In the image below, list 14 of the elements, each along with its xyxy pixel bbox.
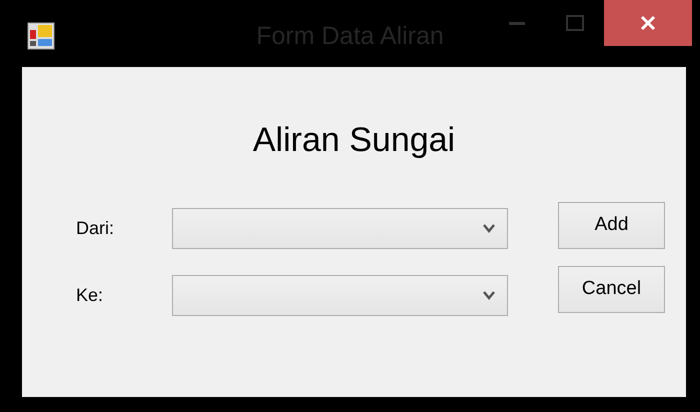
maximize-icon: [566, 15, 584, 31]
add-button[interactable]: Add: [558, 202, 665, 249]
minimize-icon: [509, 21, 525, 25]
close-button[interactable]: [604, 0, 692, 46]
field-label: Ke:: [76, 284, 104, 307]
field-label: Dari:: [76, 217, 114, 240]
app-icon: [27, 22, 55, 50]
cancel-button[interactable]: Cancel: [558, 266, 665, 313]
dropdown-field[interactable]: [172, 208, 508, 249]
close-icon: [639, 14, 657, 32]
chevron-icon: [483, 224, 495, 233]
form-heading: Aliran Sungai: [252, 120, 456, 161]
chevron-icon: [483, 291, 495, 300]
dropdown-field[interactable]: [172, 275, 508, 316]
